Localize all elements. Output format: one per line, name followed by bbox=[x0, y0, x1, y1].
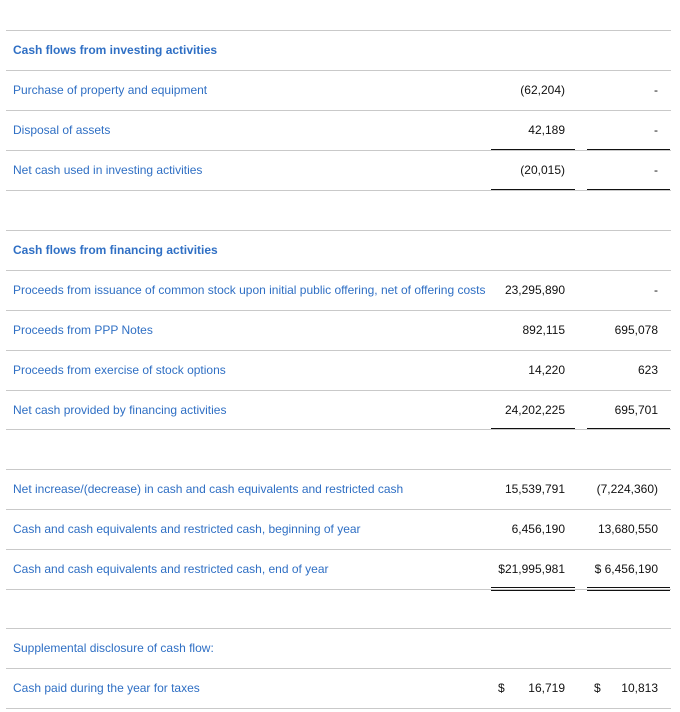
current-year-value: 14,220 bbox=[528, 363, 565, 377]
current-year-value: 892,115 bbox=[522, 323, 566, 337]
row-label: Disposal of assets bbox=[13, 123, 111, 137]
spacer-row bbox=[6, 429, 671, 469]
current-year-value: 23,295,890 bbox=[504, 283, 565, 297]
row-label: Cash paid during the year for taxes bbox=[13, 681, 200, 695]
prior-year-value: $ 6,456,190 bbox=[594, 562, 658, 576]
current-year-value: 16,719 bbox=[528, 681, 565, 695]
table-row: Purchase of property and equipment (62,2… bbox=[6, 70, 671, 110]
table-row: Disposal of assets 42,189 - bbox=[6, 110, 671, 150]
row-label: Cash and cash equivalents and restricted… bbox=[13, 562, 329, 576]
prior-year-value: - bbox=[654, 123, 658, 137]
prior-year-value: - bbox=[654, 283, 658, 297]
prior-year-value: 623 bbox=[637, 363, 658, 377]
prior-year-value: 695,078 bbox=[614, 323, 658, 337]
table-row: Cash paid during the year for taxes $ 16… bbox=[6, 668, 671, 709]
spacer-row bbox=[6, 190, 671, 230]
table-row: Cash and cash equivalents and restricted… bbox=[6, 509, 671, 549]
section-header-supplemental: Supplemental disclosure of cash flow: bbox=[6, 628, 671, 668]
table-row: Proceeds from PPP Notes 892,115 695,078 bbox=[6, 310, 671, 350]
current-year-value: (20,015) bbox=[520, 163, 565, 177]
prior-year-value: 13,680,550 bbox=[597, 522, 658, 536]
row-label: Net increase/(decrease) in cash and cash… bbox=[13, 482, 404, 496]
prior-year-value: 695,701 bbox=[614, 403, 658, 417]
section-title: Cash flows from financing activities bbox=[13, 243, 218, 257]
current-year-value: 24,202,225 bbox=[504, 403, 565, 417]
section-title: Cash flows from investing activities bbox=[13, 43, 218, 57]
current-year-value: $21,995,981 bbox=[498, 562, 565, 576]
section-header-financing: Cash flows from financing activities bbox=[6, 230, 671, 270]
table-row: Proceeds from exercise of stock options … bbox=[6, 350, 671, 390]
current-year-value: 6,456,190 bbox=[511, 522, 565, 536]
section-header-investing: Cash flows from investing activities bbox=[6, 30, 671, 70]
spacer-row bbox=[6, 589, 671, 628]
table-row: Net increase/(decrease) in cash and cash… bbox=[6, 469, 671, 509]
prior-year-value: - bbox=[654, 163, 658, 177]
table-row: Cash and cash equivalents and restricted… bbox=[6, 549, 671, 589]
current-year-value: 15,539,791 bbox=[504, 482, 565, 496]
row-label: Proceeds from issuance of common stock u… bbox=[13, 283, 486, 297]
row-label: Net cash used in investing activities bbox=[13, 163, 203, 177]
row-label: Proceeds from exercise of stock options bbox=[13, 363, 226, 377]
prior-year-value: 10,813 bbox=[621, 681, 658, 695]
row-label: Purchase of property and equipment bbox=[13, 83, 208, 97]
current-year-value: (62,204) bbox=[520, 83, 565, 97]
table-row: Net cash used in investing activities (2… bbox=[6, 150, 671, 190]
section-title: Supplemental disclosure of cash flow: bbox=[13, 641, 214, 655]
row-label: Net cash provided by financing activitie… bbox=[13, 403, 227, 417]
table-row: Proceeds from issuance of common stock u… bbox=[6, 270, 671, 310]
table-row: Net cash provided by financing activitie… bbox=[6, 390, 671, 430]
current-year-value: 42,189 bbox=[528, 123, 565, 137]
row-label: Proceeds from PPP Notes bbox=[13, 323, 153, 337]
prior-year-value: (7,224,360) bbox=[596, 482, 658, 496]
row-label: Cash and cash equivalents and restricted… bbox=[13, 522, 361, 536]
prior-year-value: - bbox=[654, 83, 658, 97]
